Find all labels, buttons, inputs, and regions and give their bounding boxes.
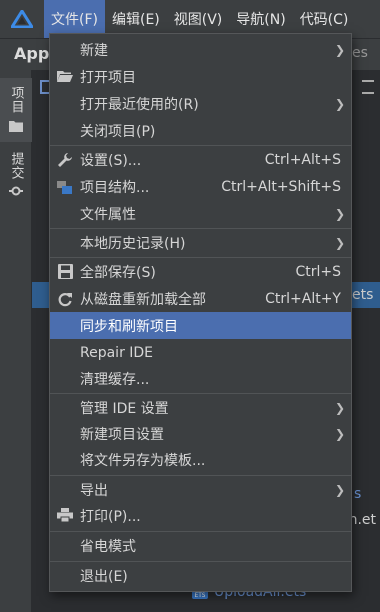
project-structure-icon <box>56 178 74 196</box>
menu-item-repair-ide[interactable]: Repair IDE <box>50 339 351 366</box>
menu-item-open-recent[interactable]: 打开最近使用的(R) ❯ <box>50 90 351 117</box>
menu-item-shortcut: Ctrl+Alt+Shift+S <box>221 178 341 195</box>
menu-item-label: 关闭项目(P) <box>80 123 156 140</box>
folder-icon <box>9 121 23 132</box>
submenu-arrow-icon: ❯ <box>334 42 345 57</box>
menu-item-label: 将文件另存为模板... <box>80 452 206 469</box>
tool-tab-project-label: 项目 <box>8 86 24 114</box>
selected-row-text: ets <box>352 287 374 303</box>
menu-item-label: 从磁盘重新加载全部 <box>80 291 206 308</box>
menu-item-label: 省电模式 <box>80 538 136 555</box>
tree-item-fragment: s <box>354 486 362 502</box>
menu-item-save-as-template[interactable]: 将文件另存为模板... <box>50 446 351 473</box>
submenu-arrow-icon: ❯ <box>334 96 345 111</box>
menu-item-label: 管理 IDE 设置 <box>80 400 169 417</box>
menu-item-label: 打开项目 <box>80 69 136 86</box>
menu-item-label: 导出 <box>80 482 108 499</box>
submenu-arrow-icon: ❯ <box>334 426 345 441</box>
tool-tab-commit[interactable]: 提交 <box>0 148 32 204</box>
menu-item-new-project-settings[interactable]: 新建项目设置 ❯ <box>50 420 351 447</box>
menu-item-new[interactable]: 新建 ❯ <box>50 36 351 63</box>
submenu-arrow-icon: ❯ <box>334 400 345 415</box>
menu-item-shortcut: Ctrl+Alt+Y <box>265 290 341 307</box>
left-tool-strip: 项目 提交 <box>0 70 32 612</box>
menu-item-label: 全部保存(S) <box>80 264 156 281</box>
menu-item-label: 新建 <box>80 42 108 59</box>
menu-item-label: 项目结构... <box>80 179 150 196</box>
menu-item-reload-all[interactable]: 从磁盘重新加载全部 Ctrl+Alt+Y <box>50 285 351 312</box>
menu-item-settings[interactable]: 设置(S)... Ctrl+Alt+S <box>50 146 351 173</box>
printer-icon <box>56 507 74 525</box>
submenu-arrow-icon: ❯ <box>334 206 345 221</box>
menu-item-manage-ide-settings[interactable]: 管理 IDE 设置 ❯ <box>50 394 351 421</box>
tool-tab-commit-label: 提交 <box>8 152 24 180</box>
breadcrumb-fragment: es <box>352 45 368 61</box>
submenu-arrow-icon: ❯ <box>334 482 345 497</box>
folder-open-icon <box>56 68 74 86</box>
menu-item-label: 新建项目设置 <box>80 426 164 443</box>
menu-item-label: 同步和刷新项目 <box>80 318 178 335</box>
menu-item-label: Repair IDE <box>80 344 154 361</box>
menu-item-shortcut: Ctrl+S <box>295 263 341 280</box>
menu-item-label: 打开最近使用的(R) <box>80 96 199 113</box>
menu-item-close-project[interactable]: 关闭项目(P) <box>50 117 351 144</box>
commit-icon <box>9 186 23 196</box>
menu-item-clear-cache[interactable]: 清理缓存... <box>50 365 351 392</box>
menu-item-file-properties[interactable]: 文件属性 ❯ <box>50 200 351 227</box>
save-icon <box>56 263 74 281</box>
menu-item-save-all[interactable]: 全部保存(S) Ctrl+S <box>50 258 351 285</box>
menu-item-print[interactable]: 打印(P)... <box>50 502 351 529</box>
submenu-arrow-icon: ❯ <box>334 235 345 250</box>
menu-item-label: 文件属性 <box>80 206 136 223</box>
menu-item-open-project[interactable]: 打开项目 <box>50 63 351 90</box>
menu-item-exit[interactable]: 退出(E) <box>50 562 351 589</box>
menu-item-export[interactable]: 导出 ❯ <box>50 476 351 503</box>
menu-item-sync-refresh[interactable]: 同步和刷新项目 <box>50 312 351 339</box>
wrench-icon <box>56 151 74 169</box>
menu-item-power-save[interactable]: 省电模式 <box>50 532 351 559</box>
menu-item-shortcut: Ctrl+Alt+S <box>264 151 341 168</box>
menu-item-local-history[interactable]: 本地历史记录(H) ❯ <box>50 229 351 256</box>
menu-item-label: 退出(E) <box>80 568 128 585</box>
tool-tab-project[interactable]: 项目 <box>0 78 32 142</box>
reload-icon <box>56 290 74 308</box>
app-logo-icon[interactable] <box>0 0 44 38</box>
menu-item-label: 本地历史记录(H) <box>80 235 186 252</box>
menu-item-label: 打印(P)... <box>80 508 141 525</box>
menu-item-label: 设置(S)... <box>80 152 142 169</box>
collapse-all-icon[interactable] <box>362 80 374 94</box>
file-menu-dropdown: 新建 ❯ 打开项目 打开最近使用的(R) ❯ 关闭项目(P) 设置(S)... … <box>49 33 352 592</box>
menu-item-project-structure[interactable]: 项目结构... Ctrl+Alt+Shift+S <box>50 173 351 200</box>
menu-item-label: 清理缓存... <box>80 371 150 388</box>
